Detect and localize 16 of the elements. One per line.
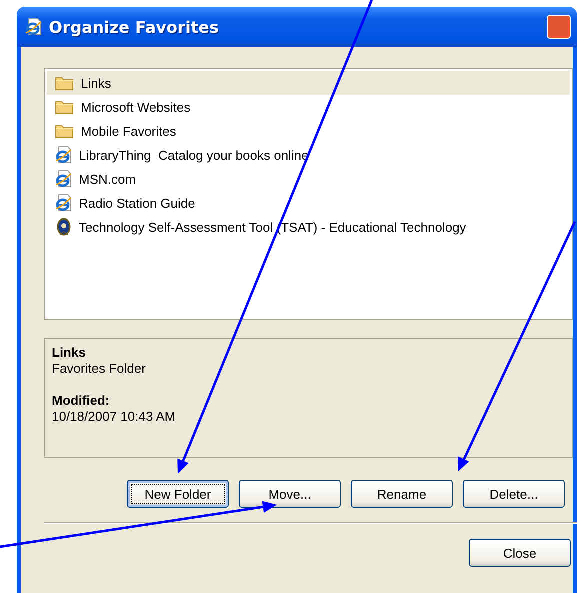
favorite-item[interactable]: Links bbox=[47, 71, 570, 95]
modified-date: 10/18/2007 10:43 AM bbox=[52, 409, 176, 425]
favorite-item[interactable]: MSN.com bbox=[47, 167, 570, 191]
rename-button[interactable]: Rename bbox=[351, 480, 453, 508]
favorite-item[interactable]: Microsoft Websites bbox=[47, 95, 570, 119]
item-type: Favorites Folder bbox=[52, 361, 146, 377]
favorite-item[interactable]: Radio Station Guide bbox=[47, 191, 570, 215]
favorite-item[interactable]: LibraryThing Catalog your books online bbox=[47, 143, 570, 167]
new-folder-button[interactable]: New Folder bbox=[127, 480, 229, 508]
window-title: Organize Favorites bbox=[49, 18, 219, 36]
favorite-item[interactable]: Mobile Favorites bbox=[47, 119, 570, 143]
modified-label: Modified: bbox=[52, 393, 110, 409]
close-button[interactable]: Close bbox=[469, 539, 571, 567]
move-button[interactable]: Move... bbox=[239, 480, 341, 508]
delete-button[interactable]: Delete... bbox=[463, 480, 565, 508]
item-name: Links bbox=[52, 345, 86, 361]
